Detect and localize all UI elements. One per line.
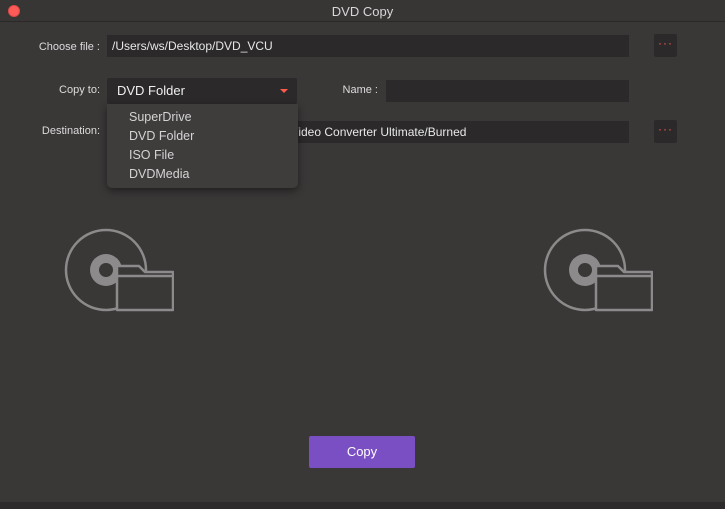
menu-item-dvdmedia[interactable]: DVDMedia <box>107 165 298 184</box>
name-label: Name : <box>342 84 378 96</box>
name-field[interactable] <box>386 80 629 102</box>
menu-item-superdrive[interactable]: SuperDrive <box>107 108 298 127</box>
choose-file-browse-button[interactable]: ··· <box>654 34 677 57</box>
target-disc-folder-icon <box>543 228 653 312</box>
source-disc-folder-icon <box>64 228 174 312</box>
window-title: DVD Copy <box>331 4 394 19</box>
choose-file-field[interactable]: /Users/ws/Desktop/DVD_VCU <box>107 35 629 57</box>
destination-label: Destination: <box>41 125 100 137</box>
copy-to-label: Copy to: <box>59 84 100 96</box>
chevron-down-icon <box>280 89 288 93</box>
bottom-edge <box>0 502 725 509</box>
copy-button[interactable]: Copy <box>309 436 415 468</box>
choose-file-label: Choose file : <box>38 41 100 53</box>
dvd-copy-window: DVD Copy Choose file : /Users/ws/Desktop… <box>0 0 725 509</box>
title-bar: DVD Copy <box>0 0 725 22</box>
menu-item-dvd-folder[interactable]: DVD Folder <box>107 127 298 146</box>
copy-to-dropdown-menu: SuperDrive DVD Folder ISO File DVDMedia <box>107 104 298 188</box>
destination-browse-button[interactable]: ··· <box>654 120 677 143</box>
menu-item-iso-file[interactable]: ISO File <box>107 146 298 165</box>
copy-to-select[interactable]: DVD Folder <box>107 78 297 104</box>
copy-to-selected-value: DVD Folder <box>117 83 185 98</box>
